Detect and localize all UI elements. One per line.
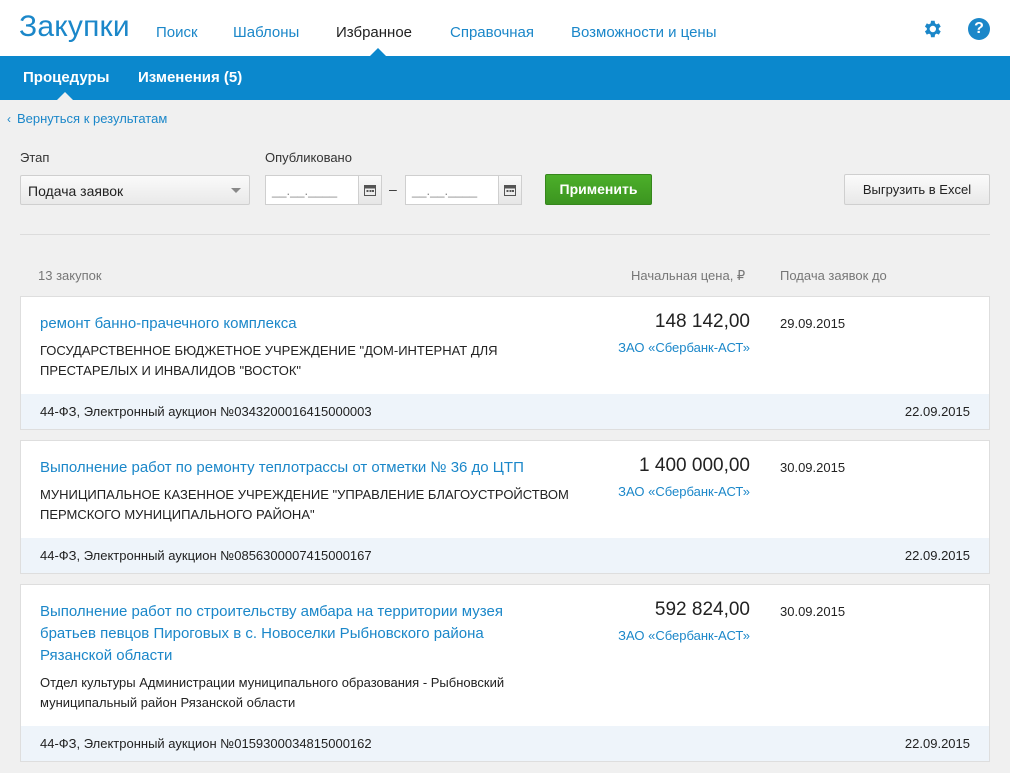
nav-pricing[interactable]: Возможности и цены [571, 24, 717, 41]
start-price: 148 142,00 [654, 311, 750, 332]
procedure-info: 44-ФЗ, Электронный аукцион №085630000741… [40, 548, 372, 563]
results-count: 13 закупок [38, 268, 102, 283]
application-deadline: 30.09.2015 [780, 460, 846, 475]
date-from-calendar-button[interactable] [358, 175, 382, 205]
procurement-card: ремонт банно-прачечного комплекса ГОСУДА… [20, 296, 990, 430]
nav-templates[interactable]: Шаблоны [233, 24, 299, 41]
application-deadline: 30.09.2015 [780, 604, 846, 619]
platform-link[interactable]: ЗАО «Сбербанк-АСТ» [561, 340, 750, 355]
date-to-input[interactable]: __.__.____ [405, 175, 499, 205]
apply-button[interactable]: Применить [545, 174, 652, 205]
help-icon[interactable]: ? [968, 18, 990, 40]
platform-link[interactable]: ЗАО «Сбербанк-АСТ» [561, 628, 750, 643]
publish-date: 22.09.2015 [904, 404, 970, 419]
back-to-results-link[interactable]: ‹ Вернуться к результатам [7, 111, 167, 126]
start-price: 1 400 000,00 [639, 455, 750, 476]
tab-procedures[interactable]: Процедуры [23, 69, 110, 86]
active-nav-indicator [370, 48, 386, 56]
nav-search[interactable]: Поиск [156, 24, 198, 41]
procedure-footer: 44-ФЗ, Электронный аукцион №085630000741… [21, 538, 989, 573]
top-bar: Закупки Поиск Шаблоны Избранное Справочн… [0, 0, 1010, 56]
back-link-label: Вернуться к результатам [17, 111, 168, 126]
start-price: 592 824,00 [654, 599, 750, 620]
nav-reference[interactable]: Справочная [450, 24, 534, 41]
platform-link[interactable]: ЗАО «Сбербанк-АСТ» [561, 484, 750, 499]
active-tab-indicator [57, 92, 73, 100]
app-logo[interactable]: Закупки [19, 10, 130, 44]
published-label: Опубликовано [265, 150, 352, 165]
procurement-card: Выполнение работ по строительству амбара… [20, 584, 990, 762]
procurement-title-link[interactable]: ремонт банно-прачечного комплекса [40, 313, 560, 335]
gear-icon[interactable] [921, 18, 943, 40]
customer-name: МУНИЦИПАЛЬНОЕ КАЗЕННОЕ УЧРЕЖДЕНИЕ "УПРАВ… [40, 487, 569, 522]
stage-label: Этап [20, 150, 50, 165]
procedure-footer: 44-ФЗ, Электронный аукцион №034320001641… [21, 394, 989, 429]
date-from-input[interactable]: __.__.____ [265, 175, 359, 205]
chevron-down-icon [231, 188, 241, 193]
publish-date: 22.09.2015 [904, 548, 970, 563]
stage-select-value: Подача заявок [28, 183, 124, 199]
tab-changes[interactable]: Изменения (5) [138, 69, 242, 86]
procurement-title-link[interactable]: Выполнение работ по строительству амбара… [40, 601, 550, 667]
procurement-card: Выполнение работ по ремонту теплотрассы … [20, 440, 990, 574]
nav-favorites[interactable]: Избранное [336, 24, 412, 41]
deadline-column-header: Подача заявок до [780, 268, 887, 283]
customer-name: Отдел культуры Администрации муниципальн… [40, 675, 505, 710]
chevron-left-icon: ‹ [7, 112, 11, 126]
date-to-calendar-button[interactable] [498, 175, 522, 205]
procedure-info: 44-ФЗ, Электронный аукцион №034320001641… [40, 404, 372, 419]
stage-select[interactable]: Подача заявок [20, 175, 250, 205]
calendar-icon [364, 185, 376, 196]
calendar-icon [504, 185, 516, 196]
price-column-header: Начальная цена, ₽ [631, 268, 746, 283]
export-excel-button[interactable]: Выгрузить в Excel [844, 174, 990, 205]
sub-nav: Процедуры Изменения (5) [0, 56, 1010, 100]
customer-name: ГОСУДАРСТВЕННОЕ БЮДЖЕТНОЕ УЧРЕЖДЕНИЕ "ДО… [40, 343, 498, 378]
procedure-footer: 44-ФЗ, Электронный аукцион №015930003481… [21, 726, 989, 761]
procedure-info: 44-ФЗ, Электронный аукцион №015930003481… [40, 736, 372, 751]
procurement-title-link[interactable]: Выполнение работ по ремонту теплотрассы … [40, 457, 580, 479]
date-range-separator: – [389, 181, 397, 197]
publish-date: 22.09.2015 [904, 736, 970, 751]
divider [20, 234, 990, 235]
application-deadline: 29.09.2015 [780, 316, 846, 331]
